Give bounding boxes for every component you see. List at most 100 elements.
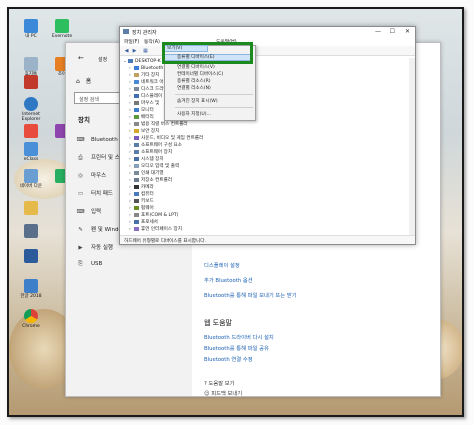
tree-item[interactable]: › 소프트웨어 구성 요소 — [129, 142, 182, 149]
folder-icon — [24, 201, 38, 215]
menu-separator — [175, 94, 253, 95]
tree-item[interactable]: › 기타 장치 — [129, 72, 159, 79]
device-category-icon — [134, 149, 139, 154]
printer-icon: ⎙ — [78, 155, 83, 161]
send-receive-bluetooth-link[interactable]: Bluetooth를 통해 파일 보내기 또는 받기 — [204, 291, 297, 299]
fix-connection-link[interactable]: Bluetooth 연결 수정 — [204, 355, 253, 363]
tree-item[interactable]: › 시스템 장치 — [129, 156, 164, 163]
tree-item-label: 휴먼 인터페이스 장치 — [141, 227, 182, 232]
tree-item[interactable]: › Bluetooth — [129, 65, 163, 72]
tree-item[interactable]: › 디스크 드라 — [129, 86, 164, 93]
tree-item-label: 소프트웨어 장치 — [141, 150, 173, 155]
view-container-devices[interactable]: 컨테이너별 디바이스(C) — [177, 71, 223, 77]
feedback-link[interactable]: ☺ 피드백 보내기 — [204, 389, 242, 397]
desktop-icon-naver[interactable]: 네이버 다운 — [16, 169, 46, 189]
sidebar-item-autoplay[interactable]: ▶ 자동 실행 — [76, 243, 113, 251]
bluetooth-icon: ⌨ — [76, 137, 85, 143]
forward-icon[interactable]: ▶ — [131, 48, 138, 54]
tree-item[interactable]: › 사운드, 비디오 및 게임 컨트롤러 — [129, 135, 203, 142]
desktop-icon-5[interactable] — [16, 124, 46, 138]
device-category-icon — [134, 212, 139, 217]
desktop-icon-eclass[interactable]: eClass — [16, 142, 46, 162]
feedback-icon: ☺ — [204, 391, 210, 397]
tree-item[interactable]: › 디스플레이 — [129, 93, 162, 100]
usb-icon: ⎘ — [78, 261, 83, 267]
view-type-resources[interactable]: 종류별 리소스(R) — [177, 78, 211, 84]
tree-item[interactable]: › 배터리 — [129, 114, 154, 121]
help-icon: ? — [204, 381, 207, 387]
tree-item[interactable]: › 모니터 — [129, 107, 154, 114]
tree-item[interactable]: › 휴먼 인터페이스 장치 — [129, 226, 182, 233]
desktop-icon-9[interactable] — [16, 224, 46, 238]
tree-item-label: Bluetooth — [141, 66, 164, 71]
sidebar-item-typing[interactable]: ⌨ 입력 — [76, 207, 102, 215]
device-category-icon — [134, 107, 139, 112]
display-settings-link[interactable]: 디스플레이 설정 — [204, 261, 240, 269]
tree-item[interactable]: › 프로세서 — [129, 219, 158, 226]
tree-item[interactable]: › 저장소 컨트롤러 — [129, 177, 172, 184]
autoplay-icon: ▶ — [78, 245, 83, 251]
touchpad-icon: ▭ — [77, 191, 84, 197]
tree-item[interactable]: › 펌웨어 — [129, 205, 154, 212]
sidebar-item-mouse[interactable]: ◎ 마우스 — [76, 171, 106, 179]
desktop-icon-recycle-bin[interactable]: 휴지통 — [16, 57, 46, 77]
device-category-icon — [134, 135, 139, 140]
device-manager-title: 장치 관리자 — [132, 30, 157, 36]
view-hidden-devices[interactable]: 숨겨진 장치 표시(W) — [177, 98, 218, 104]
tree-item[interactable]: › 범용 직렬 버스 컨트롤러 — [129, 121, 188, 128]
tree-item-label: 프로세서 — [141, 220, 158, 225]
device-category-icon — [134, 163, 139, 168]
tree-item[interactable]: › 카메라 — [129, 184, 154, 191]
tree-item-label: 보안 장치 — [141, 129, 160, 134]
tree-item-label: 카메라 — [141, 185, 154, 190]
tree-root[interactable]: ⌄ DESKTOP-K — [123, 58, 161, 65]
reinstall-driver-link[interactable]: Bluetooth 드라이버 다시 설치 — [204, 333, 274, 341]
desktop-icon-hangul[interactable]: 한글 2018 — [16, 279, 46, 299]
view-connections-devices[interactable]: 연결별 디바이스(V) — [177, 64, 215, 70]
back-icon[interactable]: ◀ — [123, 48, 130, 54]
menu-action[interactable]: 동작(A) — [144, 38, 160, 45]
tree-item[interactable]: › 오디오 입력 및 출력 — [129, 163, 179, 170]
web-help-heading: 웹 도움말 — [204, 319, 232, 327]
tree-item[interactable]: › 컴퓨터 — [129, 191, 154, 198]
screenshot-border: 내 PC 휴지통 Internet Explorer eClass — [7, 7, 464, 417]
tree-item[interactable]: › 네트워크 어 — [129, 79, 164, 86]
tree-item[interactable]: › 소프트웨어 장치 — [129, 149, 172, 156]
tree-item-label: 디스플레이 — [141, 94, 163, 99]
desktop-icon-3[interactable] — [16, 75, 46, 89]
back-arrow-icon[interactable]: ← — [78, 54, 84, 62]
device-category-icon — [134, 198, 139, 203]
maximize-button[interactable]: ☐ — [390, 28, 395, 35]
tree-item[interactable]: › 포트(COM & LPT) — [129, 212, 178, 219]
desktop-icon-chrome[interactable]: Chrome — [16, 309, 46, 329]
tree-item[interactable]: › 보안 장치 — [129, 128, 159, 135]
sidebar-item-touchpad[interactable]: ▭ 터치 패드 — [76, 189, 113, 197]
device-category-icon — [134, 226, 139, 231]
more-bluetooth-options-link[interactable]: 추가 Bluetooth 옵션 — [204, 276, 253, 284]
home-link[interactable]: ⌂ 홈 — [76, 76, 91, 85]
sidebar-item-usb[interactable]: ⎘ USB — [76, 261, 102, 268]
get-help-link[interactable]: ? 도움말 보기 — [204, 379, 235, 387]
close-button[interactable]: ✕ — [405, 28, 410, 35]
tree-item[interactable]: › 마우스 및 — [129, 100, 159, 107]
tree-item[interactable]: › 인쇄 대기열 — [129, 170, 164, 177]
desktop-icon-evernote[interactable]: Evernote — [47, 19, 77, 39]
device-category-icon — [134, 79, 139, 84]
device-category-icon — [134, 177, 139, 182]
share-files-link[interactable]: Bluetooth를 통해 파일 공유 — [204, 344, 269, 352]
view-connection-resources[interactable]: 연결별 리소스(N) — [177, 85, 211, 91]
desktop-icon-10[interactable] — [16, 249, 46, 263]
view-customize[interactable]: 사용자 지정(U)... — [177, 111, 211, 117]
tree-scrollbar[interactable] — [409, 58, 415, 236]
properties-icon[interactable]: ▦ — [142, 48, 149, 54]
device-category-icon — [134, 65, 139, 70]
menu-file[interactable]: 파일(F) — [124, 38, 139, 45]
desktop-icon-internet-explorer[interactable]: Internet Explorer — [16, 97, 46, 122]
tree-item[interactable]: › 키보드 — [129, 198, 154, 205]
keyboard-icon: ⌨ — [76, 209, 85, 215]
desktop-icon-8[interactable] — [16, 201, 46, 215]
status-bar: 하드웨어 유형별로 디바이스를 표시합니다. — [120, 235, 415, 244]
desktop-icon-this-pc[interactable]: 내 PC — [16, 19, 46, 39]
device-category-icon — [134, 184, 139, 189]
minimize-button[interactable]: — — [375, 28, 381, 35]
